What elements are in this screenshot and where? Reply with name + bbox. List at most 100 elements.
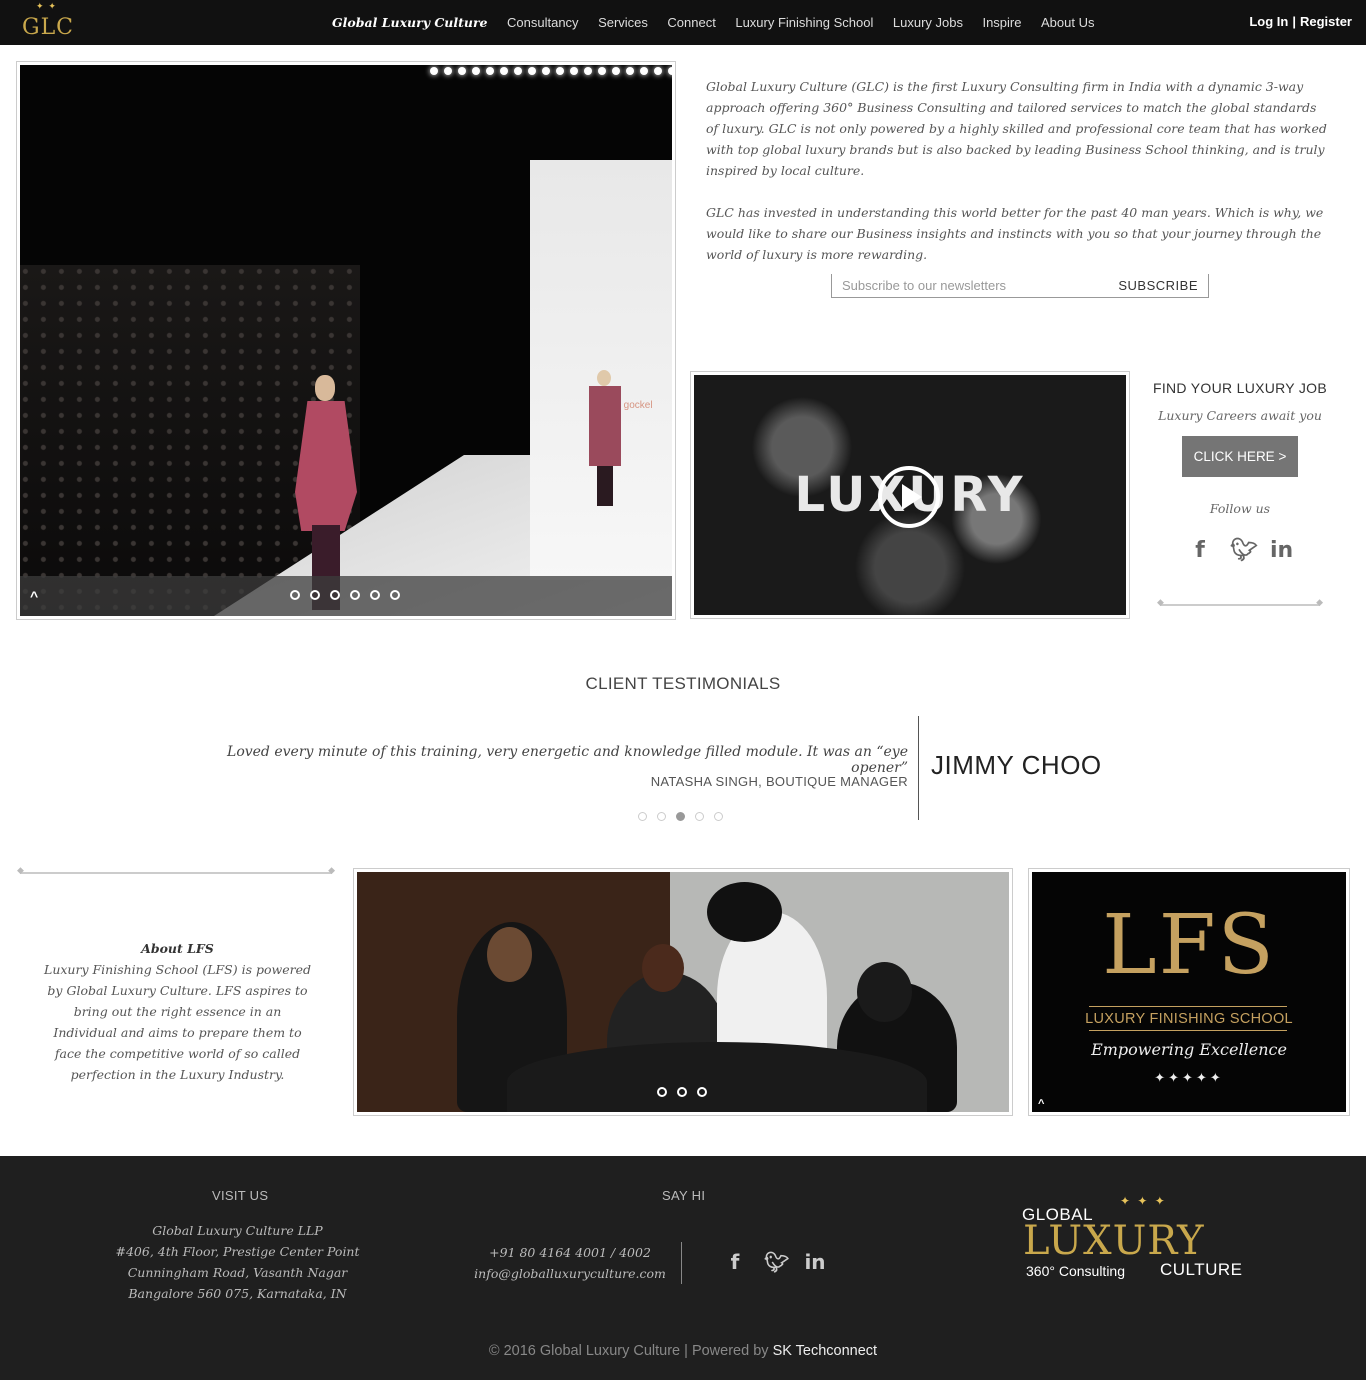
newsletter-input[interactable]: Subscribe to our newsletters (842, 278, 1006, 293)
lfs-photo-slider[interactable] (353, 868, 1013, 1116)
slider-dot[interactable] (697, 1087, 707, 1097)
about-lfs: About LFS Luxury Finishing School (LFS) … (40, 938, 315, 1085)
slider-dots (290, 590, 400, 600)
testimonial-author: NATASHA SINGH, BOUTIQUE MANAGER (650, 774, 908, 789)
slider-dot[interactable] (350, 590, 360, 600)
nav-item-luxury-jobs[interactable]: Luxury Jobs (893, 15, 963, 30)
visit-us-title: VISIT US (212, 1188, 269, 1203)
about-lfs-text: Luxury Finishing School (LFS) is powered… (44, 962, 311, 1082)
auth-links: Log In | Register (1249, 14, 1352, 29)
nav-item-about-us[interactable]: About Us (1041, 15, 1094, 30)
nav-item-consultancy[interactable]: Consultancy (507, 15, 579, 30)
play-icon[interactable] (878, 466, 940, 528)
logo-text: GLC (22, 15, 75, 40)
slider-dot[interactable] (677, 1087, 687, 1097)
model-back (585, 370, 625, 510)
ornament-divider (17, 865, 335, 876)
meeting-table (507, 1042, 927, 1112)
slider-controls: ^ (20, 576, 672, 616)
subscribe-button[interactable]: SUBSCRIBE (1118, 278, 1198, 293)
testimonial-dot[interactable] (714, 812, 723, 821)
address-line: Bangalore 560 075, Karnataka, IN (128, 1286, 347, 1301)
stage-lights (430, 67, 672, 83)
hero-slider[interactable]: anja gockel ^ (16, 61, 676, 620)
nav-item-inspire[interactable]: Inspire (982, 15, 1021, 30)
lfs-stars-icon: ✦✦✦✦✦ (1154, 1070, 1224, 1085)
testimonial-dot[interactable] (695, 812, 704, 821)
testimonial-dot-active[interactable] (676, 812, 685, 821)
slider-dot[interactable] (330, 590, 340, 600)
slider-dot[interactable] (370, 590, 380, 600)
logo-culture: CULTURE (1160, 1260, 1243, 1279)
person-head (487, 927, 532, 982)
logo-luxury: LUXURY (1023, 1218, 1205, 1264)
main-menu: Global Luxury Culture Consultancy Servic… (332, 0, 1114, 45)
client-logo-jimmy-choo: JIMMY CHOO (931, 750, 1102, 780)
nav-item-global-luxury-culture[interactable]: Global Luxury Culture (332, 15, 488, 30)
intro-paragraph: Global Luxury Culture (GLC) is the first… (706, 79, 1327, 178)
slider-dot[interactable] (657, 1087, 667, 1097)
social-links: f 🐦︎ in (1150, 538, 1330, 563)
linkedin-icon[interactable]: in (1270, 538, 1293, 563)
click-here-button[interactable]: CLICK HERE > (1182, 436, 1298, 477)
jobs-heading: FIND YOUR LUXURY JOB (1152, 380, 1328, 396)
training-photo (357, 872, 1009, 1112)
testimonial-dot[interactable] (638, 812, 647, 821)
twitter-icon[interactable]: 🐦︎ (1230, 538, 1258, 563)
lfs-toggle-icon[interactable]: ^ (1038, 1098, 1044, 1110)
footer: VISIT US Global Luxury Culture LLP #406,… (0, 1156, 1366, 1380)
nav-item-luxury-finishing-school[interactable]: Luxury Finishing School (735, 15, 873, 30)
runway-photo: anja gockel ^ (20, 65, 672, 616)
glc-logo[interactable]: ✦ ✦ GLC (20, 2, 76, 42)
video-player[interactable]: LUXURY (690, 371, 1130, 619)
slider-toggle-icon[interactable]: ^ (30, 588, 38, 604)
say-hi-title: SAY HI (662, 1188, 706, 1203)
powered-by-link[interactable]: SK Techconnect (773, 1343, 878, 1359)
nav-item-services[interactable]: Services (598, 15, 648, 30)
follow-us-label: Follow us (1209, 501, 1271, 516)
person-head (642, 944, 684, 992)
video-thumbnail: LUXURY (694, 375, 1126, 615)
slider-dot[interactable] (310, 590, 320, 600)
logo-stars-icon: ✦ ✦ ✦ (1120, 1194, 1167, 1208)
logo-consulting: 360° Consulting (1026, 1263, 1125, 1279)
intro-text: Global Luxury Culture (GLC) is the first… (706, 76, 1332, 265)
ornament-divider (1157, 597, 1323, 608)
login-link[interactable]: Log In (1249, 14, 1288, 29)
phone-number[interactable]: +91 80 4164 4001 / 4002 (470, 1242, 670, 1263)
person-head (707, 882, 782, 942)
jobs-subheading: Luxury Careers await you (1158, 408, 1322, 423)
facebook-icon[interactable]: f (1190, 538, 1210, 563)
testimonial-divider (918, 716, 919, 820)
lfs-logo-tagline: Empowering Excellence (1091, 1040, 1287, 1059)
testimonial-quote: Loved every minute of this training, ver… (227, 744, 908, 776)
nav-item-connect[interactable]: Connect (667, 15, 715, 30)
facebook-icon[interactable]: f (724, 1250, 746, 1274)
person-head (857, 962, 912, 1022)
footer-social-links: f 🐦︎ in (724, 1250, 826, 1274)
auth-separator: | (1292, 14, 1296, 29)
testimonial-dot[interactable] (657, 812, 666, 821)
twitter-icon[interactable]: 🐦︎ (764, 1250, 789, 1274)
lfs-logo-letters: LFS (1102, 898, 1276, 993)
lfs-logo-name: LUXURY FINISHING SCHOOL (1085, 1011, 1293, 1027)
address-line: Cunningham Road, Vasanth Nagar (127, 1265, 348, 1280)
email-link[interactable]: info@globalluxuryculture.com (470, 1263, 670, 1284)
slider-dot[interactable] (290, 590, 300, 600)
lfs-slider-dots (657, 1087, 707, 1097)
address: Global Luxury Culture LLP #406, 4th Floo… (110, 1220, 365, 1304)
slider-dot[interactable] (390, 590, 400, 600)
address-line: #406, 4th Floor, Prestige Center Point (115, 1244, 360, 1259)
lfs-logo-panel[interactable]: LFS LUXURY FINISHING SCHOOL Empowering E… (1028, 868, 1350, 1116)
contact-info: +91 80 4164 4001 / 4002 info@globalluxur… (470, 1242, 670, 1284)
copyright: © 2016 Global Luxury Culture | Powered b… (0, 1343, 1366, 1359)
global-luxury-culture-logo[interactable]: ✦ ✦ ✦ GLOBAL LUXURY 360° Consulting CULT… (1020, 1194, 1243, 1281)
newsletter-form: Subscribe to our newsletters SUBSCRIBE (831, 274, 1209, 298)
jobs-panel: FIND YOUR LUXURY JOB Luxury Careers awai… (1150, 380, 1330, 563)
top-navbar: ✦ ✦ GLC Global Luxury Culture Consultanc… (0, 0, 1366, 45)
linkedin-icon[interactable]: in (804, 1250, 826, 1274)
lfs-logo-rule (1089, 1006, 1287, 1007)
about-lfs-title: About LFS (141, 941, 214, 956)
register-link[interactable]: Register (1300, 14, 1352, 29)
lfs-logo-rule (1089, 1030, 1287, 1031)
